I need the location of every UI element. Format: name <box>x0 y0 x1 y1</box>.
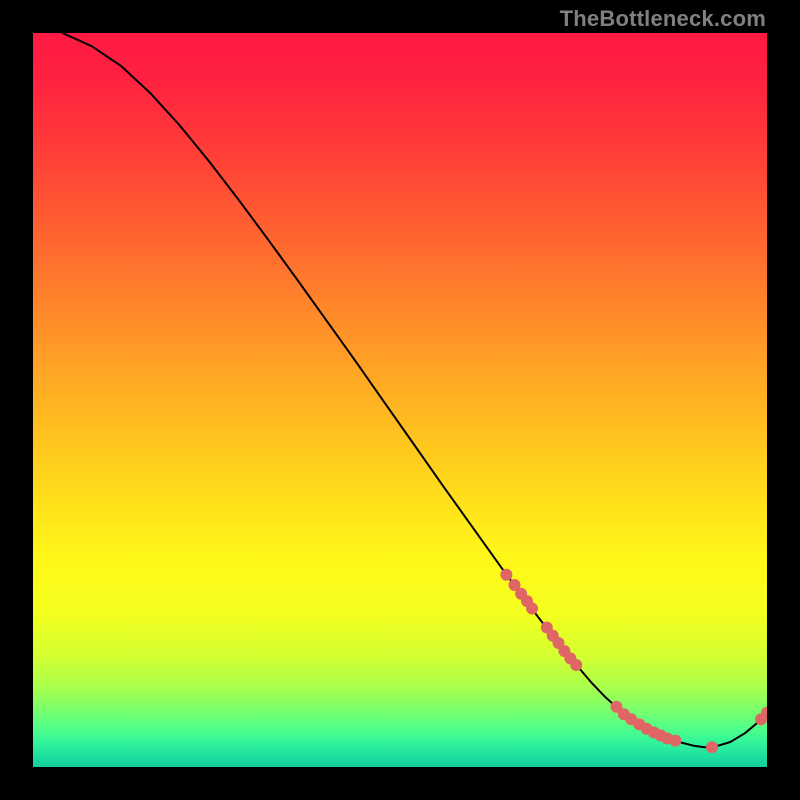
data-point <box>500 569 512 581</box>
watermark-text: TheBottleneck.com <box>560 6 766 32</box>
data-point <box>706 741 718 753</box>
data-point <box>669 735 681 747</box>
bottleneck-curve <box>62 33 767 747</box>
chart-stage: TheBottleneck.com <box>0 0 800 800</box>
plot-area <box>33 33 767 767</box>
data-point <box>570 659 582 671</box>
data-point <box>526 603 538 615</box>
chart-svg <box>33 33 767 767</box>
data-points <box>500 569 767 754</box>
